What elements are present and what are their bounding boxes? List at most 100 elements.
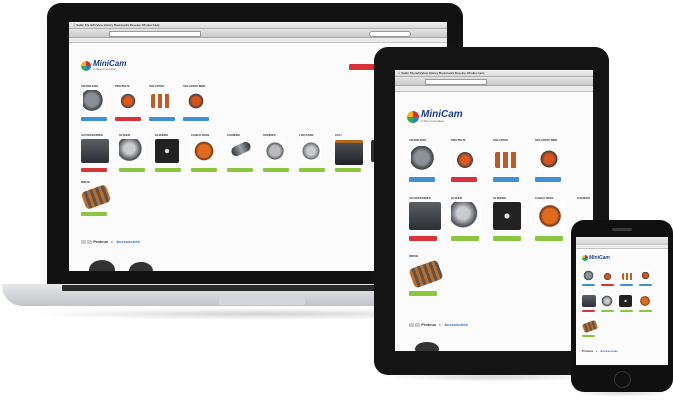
locator-button[interactable] [299,168,325,172]
menu-view[interactable]: View [421,71,427,75]
breadcrumb-link-accessories[interactable]: Accessories [444,322,468,327]
sliders-button[interactable] [620,310,633,312]
slider-button[interactable] [451,236,479,241]
product-image-solopro-mini[interactable] [187,90,205,112]
menu-bookmarks[interactable]: Bookmarks [114,23,129,27]
solopro-button[interactable] [493,177,519,182]
product-image-proteus[interactable] [119,92,137,110]
minicam-logo[interactable]: MiniCam A Pipe Innovation [407,110,463,123]
slider-button[interactable] [119,168,145,172]
footer-product-thumb[interactable] [129,262,153,271]
phone-home-button[interactable] [614,371,631,388]
ccu-button[interactable] [335,168,361,172]
sliders-button[interactable] [493,236,521,241]
product-image-cable-reel[interactable] [191,139,217,163]
product-image-proteus[interactable] [603,272,612,281]
slider-button[interactable] [601,310,614,312]
drive-button[interactable] [582,335,595,337]
product-image-sliders[interactable] [155,139,179,163]
product-image-crawler[interactable] [583,270,594,281]
crawlers-button[interactable] [81,117,107,121]
solopro-button[interactable] [149,117,175,121]
breadcrumb-link-accessories[interactable]: Accessories [600,349,618,353]
menu-window[interactable]: Window [142,23,153,27]
product-image-proteus[interactable] [455,150,475,170]
product-image-sondes[interactable] [265,140,285,162]
header-cta-button[interactable] [349,64,377,70]
address-bar[interactable] [109,31,201,37]
crawlers-button[interactable] [409,177,435,182]
product-image-accessories[interactable] [582,295,596,307]
product-image-solopro-mini[interactable] [641,270,650,281]
menu-history[interactable]: History [104,23,113,27]
crawlers-button[interactable] [582,284,595,286]
product-image-sliders[interactable] [493,202,521,230]
menu-apple-icon[interactable]:  [398,71,400,75]
product-image-drive[interactable] [80,184,112,210]
minicam-logo[interactable]: MiniCam [582,255,610,261]
product-image-sliders[interactable] [619,295,632,307]
menu-window[interactable]: Window [467,71,478,75]
proteus-button[interactable] [115,117,141,121]
menu-help[interactable]: Help [478,71,484,75]
product-image-drive[interactable] [408,259,444,289]
menu-edit[interactable]: Edit [415,71,420,75]
menu-apple-icon[interactable]:  [73,23,75,27]
product-image-slider[interactable] [119,139,145,163]
product-image-camera[interactable] [229,140,253,158]
grid-view-icon[interactable] [81,239,86,244]
camera-button[interactable] [227,168,253,172]
minicam-logo[interactable]: MiniCam A Pipe Innovation [81,60,126,71]
solopro-mini-button[interactable] [535,177,561,182]
accessories-button[interactable] [81,168,107,172]
address-bar[interactable] [425,79,487,85]
sliders-button[interactable] [155,168,181,172]
product-image-crawler[interactable] [83,90,105,112]
menu-develop[interactable]: Develop [130,23,141,27]
menu-file[interactable]: File [85,23,90,27]
cable-reel-button[interactable] [535,236,563,241]
cable-reel-button[interactable] [639,310,652,312]
sondes-button[interactable] [263,168,289,172]
product-image-slider[interactable] [600,295,614,307]
drive-button[interactable] [409,291,437,296]
drive-button[interactable] [81,212,107,216]
breadcrumb-link-accessories[interactable]: Accessories [116,239,140,244]
menu-file[interactable]: File [410,71,415,75]
menu-history[interactable]: History [429,71,438,75]
cable-reel-button[interactable] [191,168,217,172]
product-image-slider[interactable] [451,202,481,230]
search-field[interactable] [369,31,411,37]
product-image-locator[interactable] [301,140,321,162]
menu-safari[interactable]: Safari [76,23,84,27]
product-image-accessories[interactable] [409,202,441,230]
product-image-cable-reel[interactable] [535,202,565,230]
solopro-mini-button[interactable] [183,117,209,121]
menu-help[interactable]: Help [153,23,159,27]
menu-edit[interactable]: Edit [90,23,95,27]
product-image-cable-reel[interactable] [638,295,652,307]
accessories-button[interactable] [582,310,595,312]
menu-view[interactable]: View [96,23,102,27]
grid-view-icon[interactable] [409,322,414,327]
list-view-icon[interactable] [415,322,421,327]
accessories-button[interactable] [409,236,437,241]
footer-product-thumb[interactable] [415,342,439,351]
product-image-crawler[interactable] [411,146,435,172]
menu-bookmarks[interactable]: Bookmarks [439,71,454,75]
proteus-button[interactable] [601,284,614,286]
solopro-button[interactable] [620,284,633,286]
proteus-button[interactable] [451,177,477,182]
product-image-drive[interactable] [581,319,599,334]
product-image-ccu[interactable] [335,140,363,165]
list-view-icon[interactable] [87,239,93,244]
menu-develop[interactable]: Develop [455,71,466,75]
product-image-solopro[interactable] [151,94,171,108]
product-image-solopro[interactable] [495,152,519,168]
solopro-mini-button[interactable] [639,284,652,286]
menu-safari[interactable]: Safari [401,71,409,75]
footer-product-thumb[interactable] [89,260,115,271]
product-image-solopro[interactable] [622,273,633,280]
product-image-accessories[interactable] [81,139,109,163]
product-image-solopro-mini[interactable] [539,146,559,172]
